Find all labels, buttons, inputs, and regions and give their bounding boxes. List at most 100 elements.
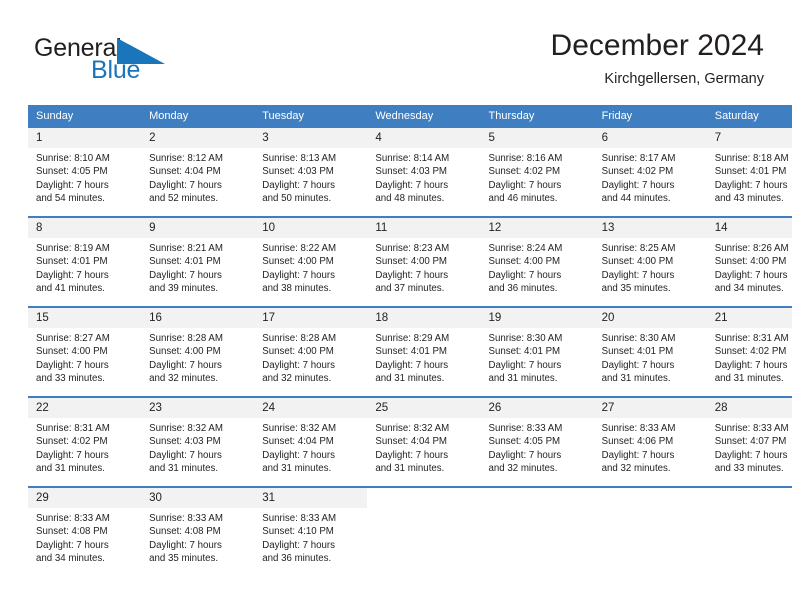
sunset-text: Sunset: 4:01 PM — [36, 256, 108, 268]
day-cell[interactable]: 16 Sunrise: 8:28 AM Sunset: 4:00 PM Dayl… — [141, 306, 255, 397]
sunrise-text: Sunrise: 8:16 AM — [488, 153, 563, 164]
day-cell[interactable]: 29 Sunrise: 8:33 AM Sunset: 4:08 PM Dayl… — [28, 486, 142, 576]
sunset-text: Sunset: 4:05 PM — [36, 166, 108, 178]
day-details: Sunrise: 8:28 AM Sunset: 4:00 PM Dayligh… — [141, 328, 254, 385]
daylight-text-line2: and 39 minutes. — [149, 282, 219, 294]
day-cell[interactable]: 4 Sunrise: 8:14 AM Sunset: 4:03 PM Dayli… — [367, 128, 481, 217]
sunrise-text: Sunrise: 8:14 AM — [375, 153, 450, 164]
day-details: Sunrise: 8:31 AM Sunset: 4:02 PM Dayligh… — [707, 328, 792, 385]
week-row: 29 Sunrise: 8:33 AM Sunset: 4:08 PM Dayl… — [28, 486, 792, 576]
daylight-text-line2: and 44 minutes. — [601, 192, 671, 204]
daylight-text-line1: Daylight: 7 hours — [714, 269, 788, 281]
calendar-grid: Sunday Monday Tuesday Wednesday Thursday… — [28, 105, 792, 576]
day-cell[interactable]: 14 Sunrise: 8:26 AM Sunset: 4:00 PM Dayl… — [706, 216, 792, 307]
sunset-text: Sunset: 4:05 PM — [488, 436, 561, 448]
daylight-text-line1: Daylight: 7 hours — [262, 449, 335, 461]
day-cell[interactable]: 17 Sunrise: 8:28 AM Sunset: 4:00 PM Dayl… — [254, 306, 368, 397]
day-cell[interactable]: 13 Sunrise: 8:25 AM Sunset: 4:00 PM Dayl… — [593, 216, 707, 307]
daylight-text-line2: and 48 minutes. — [375, 192, 445, 204]
daylight-text-line2: and 34 minutes. — [714, 282, 784, 294]
day-cell[interactable]: 1 Sunrise: 8:10 AM Sunset: 4:05 PM Dayli… — [28, 128, 142, 217]
day-cell[interactable]: 7 Sunrise: 8:18 AM Sunset: 4:01 PM Dayli… — [706, 128, 792, 217]
weekday-header-tuesday: Tuesday — [254, 105, 368, 128]
day-details: Sunrise: 8:13 AM Sunset: 4:03 PM Dayligh… — [254, 148, 367, 205]
day-details: Sunrise: 8:22 AM Sunset: 4:00 PM Dayligh… — [254, 238, 367, 295]
day-details: Sunrise: 8:33 AM Sunset: 4:10 PM Dayligh… — [254, 508, 367, 565]
sunrise-text: Sunrise: 8:17 AM — [601, 153, 676, 164]
sunset-text: Sunset: 4:00 PM — [714, 256, 787, 268]
day-number: 18 — [367, 308, 481, 328]
day-cell[interactable]: 31 Sunrise: 8:33 AM Sunset: 4:10 PM Dayl… — [254, 486, 368, 576]
daylight-text-line1: Daylight: 7 hours — [262, 539, 335, 551]
sunset-text: Sunset: 4:02 PM — [36, 436, 108, 448]
daylight-text-line2: and 35 minutes. — [149, 552, 219, 564]
sunrise-text: Sunrise: 8:21 AM — [149, 243, 223, 254]
calendar-body: 1 Sunrise: 8:10 AM Sunset: 4:05 PM Dayli… — [28, 128, 792, 576]
day-cell[interactable]: 24 Sunrise: 8:32 AM Sunset: 4:04 PM Dayl… — [254, 396, 368, 487]
day-cell[interactable]: 23 Sunrise: 8:32 AM Sunset: 4:03 PM Dayl… — [141, 396, 255, 487]
daylight-text-line2: and 31 minutes. — [262, 462, 332, 474]
daylight-text-line2: and 35 minutes. — [601, 282, 671, 294]
day-cell[interactable]: 15 Sunrise: 8:27 AM Sunset: 4:00 PM Dayl… — [28, 306, 142, 397]
sunrise-text: Sunrise: 8:32 AM — [375, 423, 450, 434]
daylight-text-line1: Daylight: 7 hours — [262, 359, 335, 371]
daylight-text-line1: Daylight: 7 hours — [149, 359, 222, 371]
day-cell[interactable]: 3 Sunrise: 8:13 AM Sunset: 4:03 PM Dayli… — [254, 128, 368, 217]
day-cell[interactable]: 21 Sunrise: 8:31 AM Sunset: 4:02 PM Dayl… — [706, 306, 792, 397]
day-number: 8 — [28, 218, 142, 238]
day-number: 23 — [141, 398, 255, 418]
sunrise-text: Sunrise: 8:18 AM — [714, 153, 789, 164]
day-details: Sunrise: 8:33 AM Sunset: 4:05 PM Dayligh… — [481, 418, 594, 475]
day-number: 29 — [28, 488, 142, 508]
sunrise-text: Sunrise: 8:31 AM — [36, 423, 110, 434]
daylight-text-line2: and 31 minutes. — [149, 462, 219, 474]
day-number: 26 — [480, 398, 594, 418]
sunset-text: Sunset: 4:03 PM — [375, 166, 447, 178]
day-cell[interactable]: 26 Sunrise: 8:33 AM Sunset: 4:05 PM Dayl… — [480, 396, 594, 487]
week-row: 22 Sunrise: 8:31 AM Sunset: 4:02 PM Dayl… — [28, 396, 792, 487]
daylight-text-line1: Daylight: 7 hours — [36, 539, 109, 551]
daylight-text-line1: Daylight: 7 hours — [488, 359, 562, 371]
sunrise-text: Sunrise: 8:12 AM — [149, 153, 223, 164]
daylight-text-line1: Daylight: 7 hours — [375, 449, 449, 461]
day-number: 17 — [254, 308, 368, 328]
weekday-header-sunday: Sunday — [28, 105, 142, 128]
day-cell[interactable]: 20 Sunrise: 8:30 AM Sunset: 4:01 PM Dayl… — [593, 306, 707, 397]
day-cell[interactable]: 22 Sunrise: 8:31 AM Sunset: 4:02 PM Dayl… — [28, 396, 142, 487]
day-cell[interactable]: 12 Sunrise: 8:24 AM Sunset: 4:00 PM Dayl… — [480, 216, 594, 307]
title-block: December 2024 Kirchgellersen, Germany — [551, 28, 764, 88]
day-number: 30 — [141, 488, 255, 508]
day-cell[interactable]: 11 Sunrise: 8:23 AM Sunset: 4:00 PM Dayl… — [367, 216, 481, 307]
daylight-text-line2: and 34 minutes. — [36, 552, 105, 564]
sunset-text: Sunset: 4:01 PM — [601, 346, 674, 358]
day-cell[interactable]: 27 Sunrise: 8:33 AM Sunset: 4:06 PM Dayl… — [593, 396, 707, 487]
day-cell[interactable]: 8 Sunrise: 8:19 AM Sunset: 4:01 PM Dayli… — [28, 216, 142, 307]
day-number: 12 — [480, 218, 594, 238]
sunset-text: Sunset: 4:00 PM — [601, 256, 674, 268]
sunrise-text: Sunrise: 8:33 AM — [488, 423, 563, 434]
day-cell[interactable]: 9 Sunrise: 8:21 AM Sunset: 4:01 PM Dayli… — [141, 216, 255, 307]
daylight-text-line2: and 31 minutes. — [714, 372, 784, 384]
day-cell[interactable]: 18 Sunrise: 8:29 AM Sunset: 4:01 PM Dayl… — [367, 306, 481, 397]
day-cell[interactable]: 10 Sunrise: 8:22 AM Sunset: 4:00 PM Dayl… — [254, 216, 368, 307]
day-number: 15 — [28, 308, 142, 328]
day-cell[interactable]: 19 Sunrise: 8:30 AM Sunset: 4:01 PM Dayl… — [480, 306, 594, 397]
day-cell[interactable]: 5 Sunrise: 8:16 AM Sunset: 4:02 PM Dayli… — [480, 128, 594, 217]
week-row: 8 Sunrise: 8:19 AM Sunset: 4:01 PM Dayli… — [28, 216, 792, 307]
brand-name-blue: Blue — [91, 56, 141, 84]
day-cell[interactable]: 25 Sunrise: 8:32 AM Sunset: 4:04 PM Dayl… — [367, 396, 481, 487]
day-cell[interactable]: 6 Sunrise: 8:17 AM Sunset: 4:02 PM Dayli… — [593, 128, 707, 217]
day-details: Sunrise: 8:10 AM Sunset: 4:05 PM Dayligh… — [28, 148, 141, 205]
day-cell[interactable]: 2 Sunrise: 8:12 AM Sunset: 4:04 PM Dayli… — [141, 128, 255, 217]
sunset-text: Sunset: 4:03 PM — [262, 166, 334, 178]
day-number: 3 — [254, 128, 368, 148]
sunset-text: Sunset: 4:00 PM — [262, 346, 334, 358]
daylight-text-line1: Daylight: 7 hours — [262, 269, 335, 281]
day-cell[interactable]: 30 Sunrise: 8:33 AM Sunset: 4:08 PM Dayl… — [141, 486, 255, 576]
day-number: 11 — [367, 218, 481, 238]
sunrise-text: Sunrise: 8:30 AM — [601, 333, 676, 344]
sunrise-text: Sunrise: 8:33 AM — [601, 423, 676, 434]
day-cell[interactable]: 28 Sunrise: 8:33 AM Sunset: 4:07 PM Dayl… — [706, 396, 792, 487]
calendar-header-row: Sunday Monday Tuesday Wednesday Thursday… — [28, 105, 792, 128]
day-number: 24 — [254, 398, 368, 418]
